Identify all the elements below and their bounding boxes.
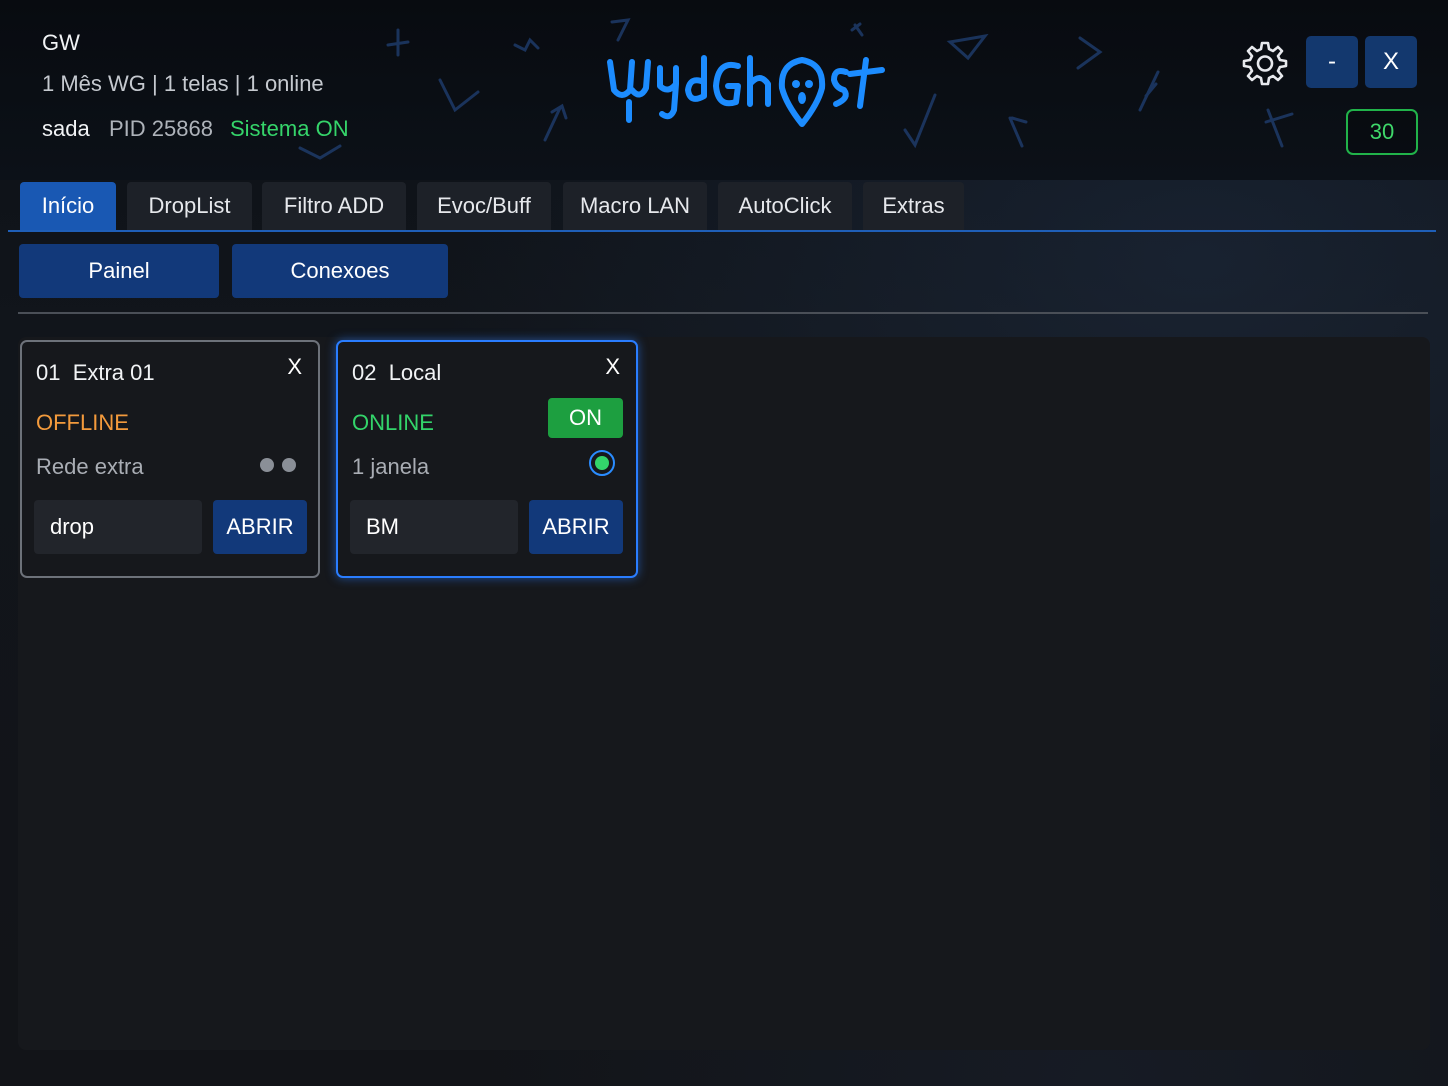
card-name-input[interactable] bbox=[34, 500, 202, 554]
card-network-note: Rede extra bbox=[36, 454, 144, 479]
minimize-button[interactable]: - bbox=[1306, 36, 1358, 88]
card-close-button[interactable]: X bbox=[287, 354, 302, 380]
settings-gear-icon[interactable] bbox=[1240, 38, 1290, 88]
on-toggle-button[interactable]: ON bbox=[548, 398, 623, 438]
system-status: Sistema ON bbox=[230, 116, 349, 141]
connection-card-extra-01: 01 Extra 01 X OFFLINE Rede extra ABRIR bbox=[20, 340, 320, 578]
tab-inicio[interactable]: Início bbox=[20, 182, 116, 230]
user-name: sada bbox=[42, 116, 90, 141]
card-status-online: ONLINE bbox=[352, 410, 434, 435]
card-close-button[interactable]: X bbox=[605, 354, 620, 380]
open-button[interactable]: ABRIR bbox=[213, 500, 307, 554]
counter-badge: 30 bbox=[1346, 109, 1418, 155]
tab-droplist[interactable]: DropList bbox=[127, 182, 252, 230]
tab-evoc-buff[interactable]: Evoc/Buff bbox=[417, 182, 551, 230]
card-status-offline: OFFLINE bbox=[36, 410, 129, 435]
painel-button[interactable]: Painel bbox=[19, 244, 219, 298]
connection-card-local: 02 Local X ONLINE ON 1 janela ABRIR bbox=[336, 340, 638, 578]
card-window-count: 1 janela bbox=[352, 454, 430, 479]
app-title: GW bbox=[42, 30, 80, 55]
app-window: GW 1 Mês WG | 1 telas | 1 online sada PI… bbox=[0, 0, 1448, 1086]
active-radio-icon[interactable] bbox=[589, 450, 615, 476]
card-name-input[interactable] bbox=[350, 500, 518, 554]
inactive-indicator-icon bbox=[260, 458, 296, 472]
process-id: PID 25868 bbox=[109, 116, 213, 141]
card-title: 02 Local bbox=[352, 360, 442, 385]
tab-autoclick[interactable]: AutoClick bbox=[718, 182, 852, 230]
conexoes-button[interactable]: Conexoes bbox=[232, 244, 448, 298]
close-window-button[interactable]: X bbox=[1365, 36, 1417, 88]
tab-extras[interactable]: Extras bbox=[863, 182, 964, 230]
section-divider bbox=[18, 312, 1428, 314]
open-button[interactable]: ABRIR bbox=[529, 500, 623, 554]
tab-macro-lan[interactable]: Macro LAN bbox=[563, 182, 707, 230]
card-title: 01 Extra 01 bbox=[36, 360, 155, 385]
subscription-info: 1 Mês WG | 1 telas | 1 online bbox=[42, 71, 324, 96]
tab-underline bbox=[8, 230, 1436, 232]
wydghost-logo bbox=[607, 55, 885, 127]
tab-filtro-add[interactable]: Filtro ADD bbox=[262, 182, 406, 230]
